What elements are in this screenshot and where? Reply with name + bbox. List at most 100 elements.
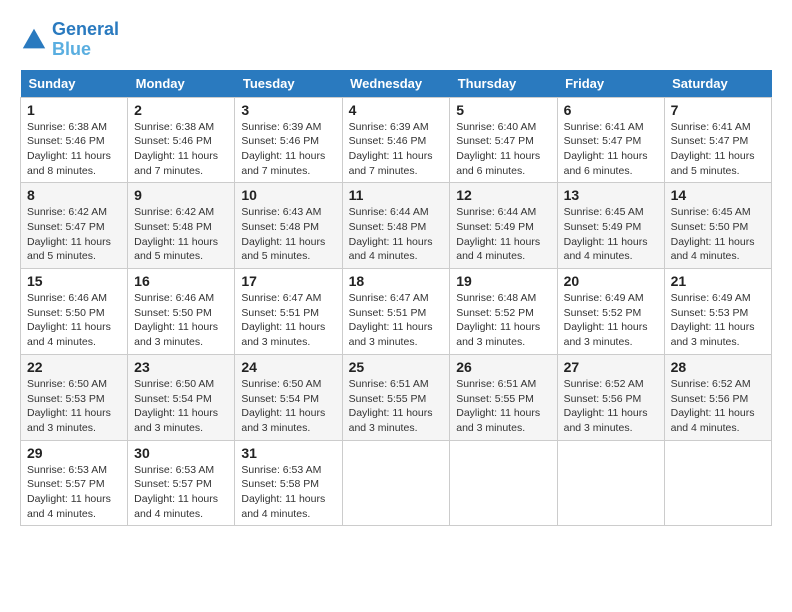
day-detail: Sunrise: 6:52 AMSunset: 5:56 PMDaylight:… bbox=[671, 377, 765, 436]
day-number: 31 bbox=[241, 445, 335, 461]
calendar-cell: 10 Sunrise: 6:43 AMSunset: 5:48 PMDayligh… bbox=[235, 183, 342, 269]
calendar-cell: 7Sunrise: 6:41 AMSunset: 5:47 PMDaylight… bbox=[664, 97, 771, 183]
day-detail: Sunrise: 6:53 AMSunset: 5:58 PMDaylight:… bbox=[241, 463, 335, 522]
calendar-cell: 11 Sunrise: 6:44 AMSunset: 5:48 PMDayligh… bbox=[342, 183, 450, 269]
calendar-cell: 2 Sunrise: 6:38 AMSunset: 5:46 PMDaylight… bbox=[128, 97, 235, 183]
day-detail: Sunrise: 6:48 AMSunset: 5:52 PMDaylight:… bbox=[456, 291, 550, 350]
day-number: 22 bbox=[27, 359, 121, 375]
calendar-cell: 27 Sunrise: 6:52 AMSunset: 5:56 PMDayligh… bbox=[557, 354, 664, 440]
calendar-cell: 31 Sunrise: 6:53 AMSunset: 5:58 PMDayligh… bbox=[235, 440, 342, 526]
calendar-cell: 24 Sunrise: 6:50 AMSunset: 5:54 PMDayligh… bbox=[235, 354, 342, 440]
day-number: 29 bbox=[27, 445, 121, 461]
day-detail: Sunrise: 6:49 AMSunset: 5:52 PMDaylight:… bbox=[564, 291, 658, 350]
day-number: 1 bbox=[27, 102, 121, 118]
day-detail: Sunrise: 6:38 AMSunset: 5:46 PMDaylight:… bbox=[134, 120, 228, 179]
calendar-cell bbox=[342, 440, 450, 526]
day-detail: Sunrise: 6:50 AMSunset: 5:53 PMDaylight:… bbox=[27, 377, 121, 436]
calendar-cell bbox=[557, 440, 664, 526]
calendar-cell: 12Sunrise: 6:44 AMSunset: 5:49 PMDayligh… bbox=[450, 183, 557, 269]
day-number: 15 bbox=[27, 273, 121, 289]
col-header-sunday: Sunday bbox=[21, 70, 128, 98]
day-detail: Sunrise: 6:49 AMSunset: 5:53 PMDaylight:… bbox=[671, 291, 765, 350]
calendar-cell: 22 Sunrise: 6:50 AMSunset: 5:53 PMDayligh… bbox=[21, 354, 128, 440]
day-number: 5 bbox=[456, 102, 550, 118]
day-number: 13 bbox=[564, 187, 658, 203]
day-detail: Sunrise: 6:45 AMSunset: 5:49 PMDaylight:… bbox=[564, 205, 658, 264]
day-detail: Sunrise: 6:39 AMSunset: 5:46 PMDaylight:… bbox=[241, 120, 335, 179]
day-number: 10 bbox=[241, 187, 335, 203]
day-detail: Sunrise: 6:41 AMSunset: 5:47 PMDaylight:… bbox=[564, 120, 658, 179]
week-row-3: 15 Sunrise: 6:46 AMSunset: 5:50 PMDayligh… bbox=[21, 269, 772, 355]
calendar-cell bbox=[664, 440, 771, 526]
day-number: 23 bbox=[134, 359, 228, 375]
calendar-cell: 1 Sunrise: 6:38 AMSunset: 5:46 PMDaylight… bbox=[21, 97, 128, 183]
calendar-cell: 19 Sunrise: 6:48 AMSunset: 5:52 PMDayligh… bbox=[450, 269, 557, 355]
calendar-cell: 13 Sunrise: 6:45 AMSunset: 5:49 PMDayligh… bbox=[557, 183, 664, 269]
col-header-saturday: Saturday bbox=[664, 70, 771, 98]
calendar-cell: 28 Sunrise: 6:52 AMSunset: 5:56 PMDayligh… bbox=[664, 354, 771, 440]
page-header: GeneralBlue bbox=[20, 20, 772, 60]
calendar-body: 1 Sunrise: 6:38 AMSunset: 5:46 PMDaylight… bbox=[21, 97, 772, 526]
calendar-cell: 5Sunrise: 6:40 AMSunset: 5:47 PMDaylight… bbox=[450, 97, 557, 183]
col-header-wednesday: Wednesday bbox=[342, 70, 450, 98]
day-number: 18 bbox=[349, 273, 444, 289]
day-detail: Sunrise: 6:44 AMSunset: 5:48 PMDaylight:… bbox=[349, 205, 444, 264]
calendar-cell: 4 Sunrise: 6:39 AMSunset: 5:46 PMDaylight… bbox=[342, 97, 450, 183]
day-number: 14 bbox=[671, 187, 765, 203]
col-header-friday: Friday bbox=[557, 70, 664, 98]
logo: GeneralBlue bbox=[20, 20, 119, 60]
day-number: 19 bbox=[456, 273, 550, 289]
logo-icon bbox=[20, 26, 48, 54]
day-number: 8 bbox=[27, 187, 121, 203]
calendar-cell: 17 Sunrise: 6:47 AMSunset: 5:51 PMDayligh… bbox=[235, 269, 342, 355]
day-detail: Sunrise: 6:42 AMSunset: 5:47 PMDaylight:… bbox=[27, 205, 121, 264]
day-detail: Sunrise: 6:45 AMSunset: 5:50 PMDaylight:… bbox=[671, 205, 765, 264]
day-detail: Sunrise: 6:53 AMSunset: 5:57 PMDaylight:… bbox=[27, 463, 121, 522]
day-detail: Sunrise: 6:46 AMSunset: 5:50 PMDaylight:… bbox=[27, 291, 121, 350]
calendar-cell: 21Sunrise: 6:49 AMSunset: 5:53 PMDayligh… bbox=[664, 269, 771, 355]
calendar-cell: 9Sunrise: 6:42 AMSunset: 5:48 PMDaylight… bbox=[128, 183, 235, 269]
day-number: 25 bbox=[349, 359, 444, 375]
calendar-cell: 16Sunrise: 6:46 AMSunset: 5:50 PMDayligh… bbox=[128, 269, 235, 355]
day-detail: Sunrise: 6:42 AMSunset: 5:48 PMDaylight:… bbox=[134, 205, 228, 264]
week-row-5: 29 Sunrise: 6:53 AMSunset: 5:57 PMDayligh… bbox=[21, 440, 772, 526]
day-number: 2 bbox=[134, 102, 228, 118]
day-detail: Sunrise: 6:52 AMSunset: 5:56 PMDaylight:… bbox=[564, 377, 658, 436]
calendar-table: SundayMondayTuesdayWednesdayThursdayFrid… bbox=[20, 70, 772, 527]
calendar-cell: 30Sunrise: 6:53 AMSunset: 5:57 PMDayligh… bbox=[128, 440, 235, 526]
calendar-cell: 3 Sunrise: 6:39 AMSunset: 5:46 PMDaylight… bbox=[235, 97, 342, 183]
day-detail: Sunrise: 6:51 AMSunset: 5:55 PMDaylight:… bbox=[456, 377, 550, 436]
day-number: 24 bbox=[241, 359, 335, 375]
day-detail: Sunrise: 6:43 AMSunset: 5:48 PMDaylight:… bbox=[241, 205, 335, 264]
day-detail: Sunrise: 6:50 AMSunset: 5:54 PMDaylight:… bbox=[241, 377, 335, 436]
day-detail: Sunrise: 6:46 AMSunset: 5:50 PMDaylight:… bbox=[134, 291, 228, 350]
day-number: 28 bbox=[671, 359, 765, 375]
day-detail: Sunrise: 6:39 AMSunset: 5:46 PMDaylight:… bbox=[349, 120, 444, 179]
day-number: 20 bbox=[564, 273, 658, 289]
day-detail: Sunrise: 6:38 AMSunset: 5:46 PMDaylight:… bbox=[27, 120, 121, 179]
day-number: 3 bbox=[241, 102, 335, 118]
col-header-monday: Monday bbox=[128, 70, 235, 98]
col-header-thursday: Thursday bbox=[450, 70, 557, 98]
day-number: 4 bbox=[349, 102, 444, 118]
calendar-cell: 15 Sunrise: 6:46 AMSunset: 5:50 PMDayligh… bbox=[21, 269, 128, 355]
calendar-cell: 29 Sunrise: 6:53 AMSunset: 5:57 PMDayligh… bbox=[21, 440, 128, 526]
day-detail: Sunrise: 6:47 AMSunset: 5:51 PMDaylight:… bbox=[241, 291, 335, 350]
day-number: 11 bbox=[349, 187, 444, 203]
day-detail: Sunrise: 6:44 AMSunset: 5:49 PMDaylight:… bbox=[456, 205, 550, 264]
day-number: 30 bbox=[134, 445, 228, 461]
calendar-cell: 18 Sunrise: 6:47 AMSunset: 5:51 PMDayligh… bbox=[342, 269, 450, 355]
day-detail: Sunrise: 6:41 AMSunset: 5:47 PMDaylight:… bbox=[671, 120, 765, 179]
day-detail: Sunrise: 6:47 AMSunset: 5:51 PMDaylight:… bbox=[349, 291, 444, 350]
calendar-cell: 8 Sunrise: 6:42 AMSunset: 5:47 PMDaylight… bbox=[21, 183, 128, 269]
calendar-cell: 14 Sunrise: 6:45 AMSunset: 5:50 PMDayligh… bbox=[664, 183, 771, 269]
calendar-header-row: SundayMondayTuesdayWednesdayThursdayFrid… bbox=[21, 70, 772, 98]
day-number: 27 bbox=[564, 359, 658, 375]
day-number: 6 bbox=[564, 102, 658, 118]
day-number: 26 bbox=[456, 359, 550, 375]
day-number: 17 bbox=[241, 273, 335, 289]
day-detail: Sunrise: 6:51 AMSunset: 5:55 PMDaylight:… bbox=[349, 377, 444, 436]
calendar-cell: 6 Sunrise: 6:41 AMSunset: 5:47 PMDaylight… bbox=[557, 97, 664, 183]
col-header-tuesday: Tuesday bbox=[235, 70, 342, 98]
day-detail: Sunrise: 6:50 AMSunset: 5:54 PMDaylight:… bbox=[134, 377, 228, 436]
